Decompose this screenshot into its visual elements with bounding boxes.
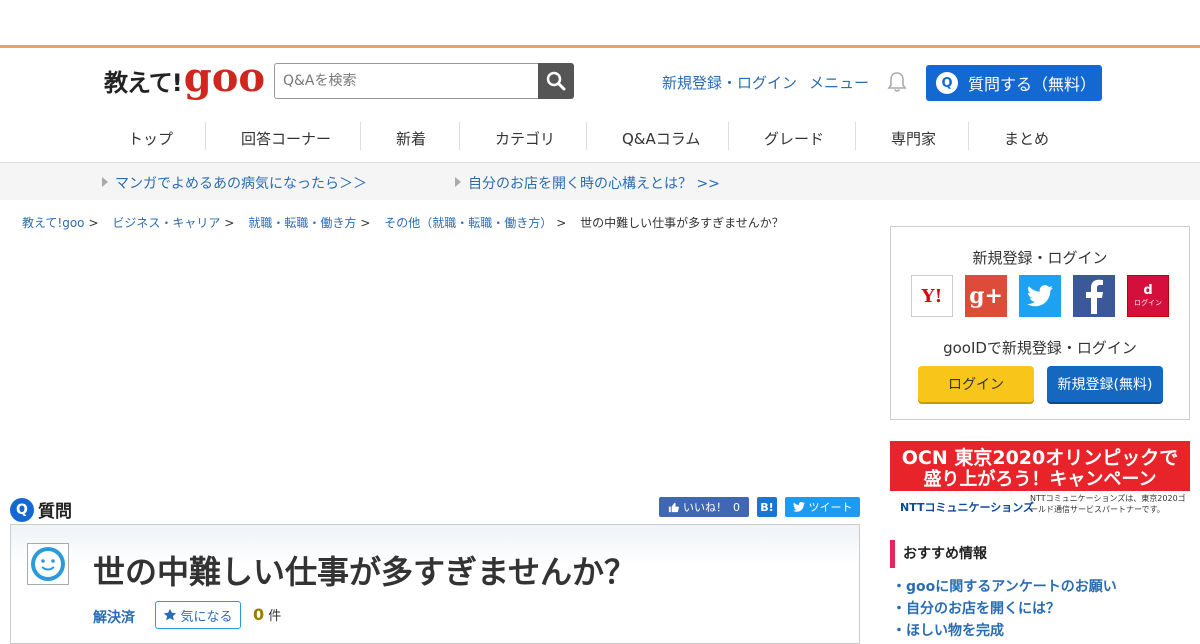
bookmark-count: 0 件	[253, 605, 281, 624]
yahoo-icon: Y!	[921, 285, 943, 307]
ocn-campaign-banner[interactable]: OCN 東京2020オリンピックで 盛り上がろう！キャンペーン NTTコミュニケ…	[890, 441, 1190, 521]
facebook-like-button[interactable]: いいね！ 0	[659, 497, 749, 517]
promo-link-shop[interactable]: 自分のお店を開く時の心構えとは？ >>	[468, 173, 720, 193]
twitter-icon	[1027, 285, 1053, 307]
status-badge: 解決済	[93, 610, 135, 626]
breadcrumb-current: 世の中難しい仕事が多すぎませんか？	[580, 216, 784, 230]
banner-footer: NTTコミュニケーションズ NTTコミュニケーションズは、東京2020ゴールド通…	[890, 491, 1190, 521]
search-bar	[274, 63, 574, 99]
nav-new[interactable]: 新着	[396, 128, 426, 149]
ask-question-label: 質問する（無料）	[968, 75, 1097, 94]
notification-button[interactable]	[886, 71, 908, 97]
nav-divider	[968, 122, 969, 150]
arrow-right-icon	[455, 177, 461, 187]
promo-link-manga[interactable]: マンガでよめるあの病気になったら＞＞	[115, 173, 367, 193]
login-button[interactable]: ログイン	[918, 366, 1034, 402]
search-icon	[546, 71, 566, 91]
nav-divider	[855, 122, 856, 150]
ask-question-button[interactable]: Q 質問する（無料）	[926, 65, 1102, 101]
like-label: いいね！	[683, 501, 727, 514]
twitter-login-button[interactable]	[1019, 275, 1061, 317]
question-title: 世の中難しい仕事が多すぎませんか？	[93, 553, 637, 591]
nav-divider	[360, 122, 361, 150]
nav-matome[interactable]: まとめ	[1004, 128, 1049, 149]
register-button[interactable]: 新規登録(無料)	[1047, 366, 1163, 402]
logo-brand: goo	[183, 54, 266, 101]
recommended-info: おすすめ情報 ・gooに関するアンケートのお願い ・自分のお店を開くには？ ・ほ…	[890, 540, 1190, 642]
nav-answer-corner[interactable]: 回答コーナー	[241, 128, 331, 149]
like-count: 0	[733, 500, 740, 514]
nav-divider	[586, 122, 587, 150]
bookmark-count-value: 0	[253, 605, 265, 624]
top-ad-space	[0, 0, 1200, 48]
facebook-icon	[1086, 279, 1103, 314]
hatena-label: B!	[760, 500, 774, 514]
bookmark-count-unit: 件	[268, 609, 282, 624]
google-login-button[interactable]: g+	[965, 275, 1007, 317]
list-item[interactable]: ・ほしい物を完成	[890, 620, 1190, 642]
menu-link[interactable]: メニュー	[809, 72, 869, 93]
arrow-right-icon	[102, 177, 108, 187]
question-section-header: Q 質問	[10, 497, 72, 522]
search-input[interactable]	[274, 63, 538, 99]
site-logo[interactable]: 教えて! goo	[104, 54, 266, 101]
tweet-button[interactable]: ツイート	[785, 497, 860, 517]
list-item[interactable]: ・自分のお店を開くには？	[890, 598, 1190, 620]
breadcrumb-item[interactable]: その他（就職・転職・働き方）	[384, 216, 552, 230]
question-section-label: 質問	[38, 502, 72, 522]
login-box-title: 新規登録・ログイン	[972, 249, 1108, 267]
tweet-label: ツイート	[808, 501, 853, 514]
breadcrumb-item[interactable]: 就職・転職・働き方	[248, 216, 356, 230]
logo-text: 教えて!	[104, 69, 183, 97]
docomo-login-button[interactable]: d ログイン	[1127, 275, 1169, 317]
search-button[interactable]	[538, 63, 574, 99]
google-plus-icon: g+	[969, 283, 1003, 309]
yahoo-login-button[interactable]: Y!	[911, 275, 953, 317]
bookmark-label: 気になる	[180, 609, 233, 625]
gooid-login-text: gooIDで新規登録・ログイン	[943, 339, 1137, 357]
twitter-bird-icon	[792, 502, 805, 512]
star-icon	[164, 608, 177, 621]
hatena-bookmark-button[interactable]: B!	[757, 497, 777, 517]
bookmark-button[interactable]: 気になる	[155, 601, 241, 629]
recommended-list: ・gooに関するアンケートのお願い ・自分のお店を開くには？ ・ほしい物を完成	[890, 576, 1190, 642]
nav-expert[interactable]: 専門家	[891, 128, 936, 149]
nav-category[interactable]: カテゴリ	[495, 128, 555, 149]
main-nav: トップ 回答コーナー 新着 カテゴリ Q&Aコラム グレード 専門家 まとめ	[0, 118, 1200, 162]
login-button-label: ログイン	[948, 377, 1004, 393]
docomo-icon: d	[1143, 283, 1153, 298]
register-button-label: 新規登録(無料)	[1057, 377, 1153, 393]
question-icon: Q	[10, 497, 34, 522]
sidebar-login-box: 新規登録・ログイン Y! g+ d ログイン gooIDで新規登録・ログイン ロ…	[890, 226, 1190, 420]
docomo-login-label: ログイン	[1134, 299, 1162, 307]
breadcrumb: 教えて!goo > ビジネス・キャリア > 就職・転職・働き方 > その他（就職・転職…	[22, 216, 784, 230]
breadcrumb-item[interactable]: 教えて!goo	[22, 216, 85, 230]
promo-bar: マンガでよめるあの病気になったら＞＞ 自分のお店を開く時の心構えとは？ >>	[0, 162, 1200, 200]
question-card: 世の中難しい仕事が多すぎませんか？ 解決済 気になる 0 件	[10, 524, 860, 644]
recommended-title: おすすめ情報	[890, 540, 1190, 568]
nav-qa-column[interactable]: Q&Aコラム	[622, 128, 700, 149]
register-login-link[interactable]: 新規登録・ログイン	[662, 72, 797, 93]
nav-top[interactable]: トップ	[128, 128, 173, 149]
avatar[interactable]	[27, 543, 69, 585]
nav-divider	[728, 122, 729, 150]
nav-divider	[459, 122, 460, 150]
banner-note: NTTコミュニケーションズは、東京2020ゴールド通信サービスパートナーです。	[1030, 494, 1186, 514]
question-icon: Q	[936, 72, 958, 94]
nav-divider	[205, 122, 206, 150]
facebook-login-button[interactable]	[1073, 275, 1115, 317]
bell-icon	[887, 72, 907, 92]
banner-company: NTTコミュニケーションズ	[900, 501, 1035, 514]
nav-grade[interactable]: グレード	[764, 128, 824, 149]
banner-line-2: 盛り上がろう！キャンペーン	[923, 469, 1157, 490]
thumbs-up-icon	[668, 502, 679, 512]
site-header: 教えて! goo 新規登録・ログイン メニュー Q 質問する（無料）	[0, 48, 1200, 118]
list-item[interactable]: ・gooに関するアンケートのお願い	[890, 576, 1190, 598]
smiley-face-icon	[31, 547, 65, 581]
breadcrumb-item[interactable]: ビジネス・キャリア	[112, 216, 220, 230]
